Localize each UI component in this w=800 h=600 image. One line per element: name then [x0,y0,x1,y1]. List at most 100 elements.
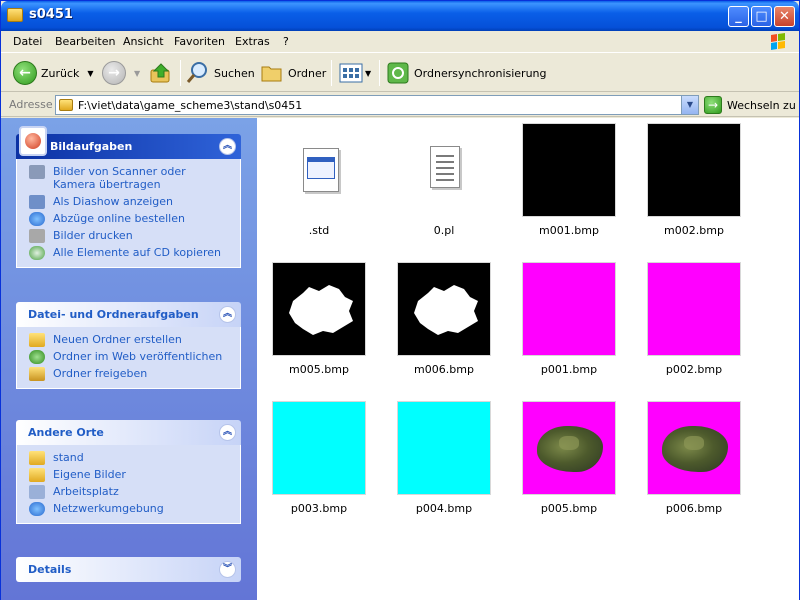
chevron-down-icon: ▼ [87,68,94,78]
task-slideshow[interactable]: Als Diashow anzeigen [27,195,230,209]
file-item[interactable]: 0.pl [389,123,499,237]
folder-icon [7,8,23,22]
file-name: p001.bmp [540,363,598,376]
forward-button[interactable]: → ▼ [102,60,140,86]
menu-help[interactable]: ? [283,35,289,48]
collapse-icon[interactable]: ︽ [219,306,236,323]
task-label: Arbeitsplatz [53,485,119,498]
file-item[interactable]: p005.bmp [514,401,624,515]
mask-shape [289,285,353,335]
menu-bearbeiten[interactable]: Bearbeiten [55,35,115,48]
task-label: Netzwerkumgebung [53,502,164,515]
file-name: p006.bmp [665,502,723,515]
task-scanner-camera[interactable]: Bilder von Scanner oder Kamera übertrage… [27,165,230,191]
sync-icon [387,62,409,84]
sync-label: Ordnersynchronisierung [414,66,547,80]
slideshow-icon [29,195,45,209]
back-arrow-icon: ← [13,61,37,85]
file-tasks-panel: Datei- und Ordneraufgaben ︽ Neuen Ordner… [16,302,241,389]
menu-datei[interactable]: Datei [13,35,42,48]
task-share-folder[interactable]: Ordner freigeben [27,367,230,381]
file-item[interactable]: m005.bmp [264,262,374,376]
collapse-icon[interactable]: ︽ [219,138,236,155]
file-thumbnail [272,123,366,217]
image-thumbnail [647,401,741,495]
minimize-button[interactable]: _ [728,6,749,27]
search-button[interactable]: Suchen [186,60,255,86]
file-tasks-header[interactable]: Datei- und Ordneraufgaben ︽ [16,302,241,327]
place-my-pictures[interactable]: Eigene Bilder [27,468,230,482]
file-item[interactable]: m002.bmp [639,123,749,237]
task-label: Abzüge online bestellen [53,212,185,225]
address-input[interactable]: F:\viet\data\game_scheme3\stand\s0451 ▼ [55,95,699,115]
other-places-panel: Andere Orte ︽ stand Eigene Bilder Arbeit… [16,420,241,524]
up-button[interactable] [149,60,173,86]
address-dropdown-button[interactable]: ▼ [681,96,698,114]
image-thumbnail [272,262,366,356]
panel-title: Andere Orte [28,426,104,439]
printer-icon [29,229,45,243]
other-places-header[interactable]: Andere Orte ︽ [16,420,241,445]
folder-icon [29,451,45,465]
file-item[interactable]: p002.bmp [639,262,749,376]
pictures-folder-icon [29,468,45,482]
sync-button[interactable]: Ordnersynchronisierung [386,60,547,86]
maximize-button[interactable]: □ [751,6,772,27]
details-header[interactable]: Details ︾ [16,557,241,582]
panel-title: Datei- und Ordneraufgaben [28,308,199,321]
globe-icon [29,212,45,226]
search-icon [186,62,207,83]
terrain-tile [662,426,728,472]
file-name: 0.pl [433,224,455,237]
image-thumbnail [522,401,616,495]
place-my-computer[interactable]: Arbeitsplatz [27,485,230,499]
file-item[interactable]: p006.bmp [639,401,749,515]
address-bar: Adresse F:\viet\data\game_scheme3\stand\… [1,93,799,117]
close-button[interactable]: ✕ [774,6,795,27]
mask-shape [414,285,478,335]
menu-ansicht[interactable]: Ansicht [123,35,164,48]
task-label: stand [53,451,84,464]
task-label: Eigene Bilder [53,468,126,481]
image-thumbnail [647,123,741,217]
expand-icon[interactable]: ︾ [219,561,236,578]
file-item[interactable]: p003.bmp [264,401,374,515]
views-button[interactable]: ▼ [339,60,371,86]
task-print-pictures[interactable]: Bilder drucken [27,229,230,243]
task-label: Bilder von Scanner oder Kamera übertrage… [53,165,186,191]
menu-extras[interactable]: Extras [235,35,270,48]
place-stand[interactable]: stand [27,451,230,465]
task-new-folder[interactable]: Neuen Ordner erstellen [27,333,230,347]
back-button[interactable]: ← Zurück ▼ [13,60,94,86]
picture-tasks-body: Bilder von Scanner oder Kamera übertrage… [16,159,241,268]
details-panel: Details ︾ [16,557,241,582]
file-item[interactable]: p004.bmp [389,401,499,515]
place-network[interactable]: Netzwerkumgebung [27,502,230,516]
task-label: Ordner im Web veröffentlichen [53,350,223,363]
task-publish-web[interactable]: Ordner im Web veröffentlichen [27,350,230,364]
file-item[interactable]: .std [264,123,374,237]
title-bar[interactable]: s0451 _ □ ✕ [1,1,799,31]
file-thumbnail [397,123,491,217]
picture-tasks-header[interactable]: Bildaufgaben ︽ [16,126,241,159]
notepad-icon [430,146,460,188]
image-thumbnail [522,123,616,217]
image-thumbnail [522,262,616,356]
menu-favoriten[interactable]: Favoriten [174,35,225,48]
file-item[interactable]: m006.bmp [389,262,499,376]
image-thumbnail [272,401,366,495]
file-name: .std [308,224,330,237]
task-copy-cd[interactable]: Alle Elemente auf CD kopieren [27,246,230,260]
file-item[interactable]: p001.bmp [514,262,624,376]
task-order-prints[interactable]: Abzüge online bestellen [27,212,230,226]
task-label: Neuen Ordner erstellen [53,333,182,346]
chevron-down-icon: ▼ [134,68,141,78]
image-thumbnail [397,401,491,495]
go-button[interactable]: → Wechseln zu [704,95,796,115]
collapse-icon[interactable]: ︽ [219,424,236,441]
folders-button[interactable]: Ordner [260,60,326,86]
file-item[interactable]: m001.bmp [514,123,624,237]
share-folder-icon [29,367,45,381]
cd-icon [29,246,45,260]
search-label: Suchen [214,66,255,80]
